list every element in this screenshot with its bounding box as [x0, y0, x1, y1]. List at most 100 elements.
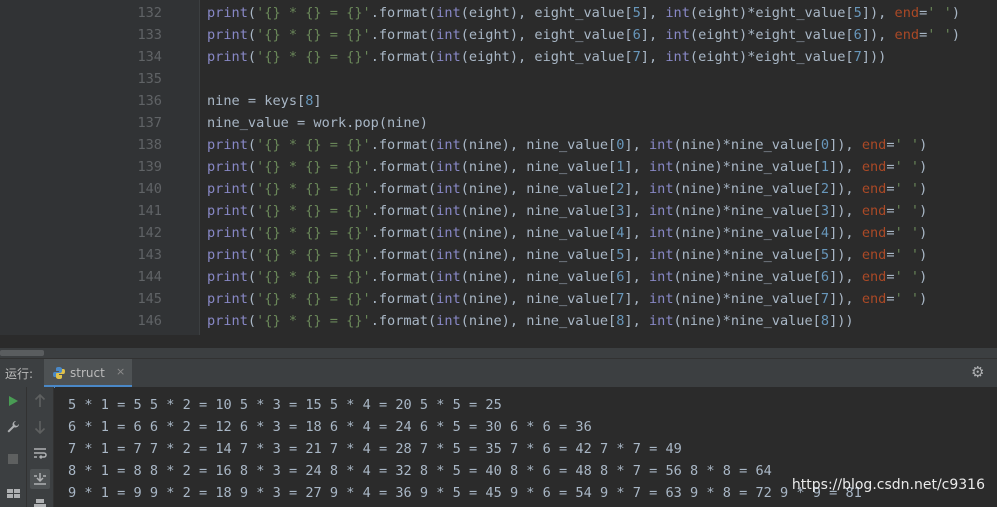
- code-line[interactable]: 138 print('{} * {} = {}'.format(int(nine)…: [0, 134, 997, 156]
- code-text[interactable]: print('{} * {} = {}'.format(int(nine), n…: [207, 288, 927, 310]
- line-number: 143: [137, 247, 162, 263]
- code-token: .format(: [370, 203, 437, 219]
- code-text[interactable]: print('{} * {} = {}'.format(int(eight), …: [207, 24, 960, 46]
- arrow-down-icon[interactable]: [30, 417, 50, 437]
- code-text[interactable]: print('{} * {} = {}'.format(int(nine), n…: [207, 222, 927, 244]
- run-icon[interactable]: [3, 391, 23, 411]
- line-number: 137: [137, 115, 162, 131]
- code-token: =: [886, 137, 895, 153]
- code-line[interactable]: 145 print('{} * {} = {}'.format(int(nine)…: [0, 288, 997, 310]
- code-token: =: [886, 203, 895, 219]
- print-icon[interactable]: [30, 495, 50, 507]
- code-token: '{} * {} = {}': [256, 291, 371, 307]
- code-token: ],: [624, 269, 649, 285]
- gear-icon[interactable]: ⚙: [971, 364, 987, 380]
- code-token: 1: [820, 159, 830, 175]
- code-token: .format(: [370, 313, 437, 329]
- code-token: ]),: [829, 159, 862, 175]
- close-icon[interactable]: ×: [116, 365, 125, 378]
- code-token: (: [247, 27, 257, 43]
- scroll-to-end-icon[interactable]: [30, 469, 50, 489]
- code-line[interactable]: 137 nine_value = work.pop(nine): [0, 112, 997, 134]
- code-token: =: [886, 225, 895, 241]
- console-line: 9 * 1 = 9 9 * 2 = 18 9 * 3 = 27 9 * 4 = …: [68, 485, 862, 501]
- code-text[interactable]: print('{} * {} = {}'.format(int(eight), …: [207, 46, 886, 68]
- wrench-icon[interactable]: [3, 417, 23, 437]
- code-token: ]),: [861, 5, 895, 21]
- code-text[interactable]: print('{} * {} = {}'.format(int(nine), n…: [207, 266, 927, 288]
- code-token: (nine)*nine_value[: [673, 313, 821, 329]
- code-line[interactable]: 136 nine = keys[8]: [0, 90, 997, 112]
- soft-wrap-icon[interactable]: [30, 443, 50, 463]
- code-text[interactable]: print('{} * {} = {}'.format(int(eight), …: [207, 2, 960, 24]
- layout-icon[interactable]: [3, 483, 23, 503]
- code-token: (: [247, 203, 257, 219]
- code-token: ],: [624, 291, 649, 307]
- line-number: 135: [137, 71, 162, 87]
- code-token: int: [436, 181, 461, 197]
- run-label: 运行:: [5, 367, 34, 381]
- code-line[interactable]: 134 print('{} * {} = {}'.format(int(eight…: [0, 46, 997, 68]
- code-token: =: [886, 291, 895, 307]
- console-line: 5 * 1 = 5 5 * 2 = 10 5 * 3 = 15 5 * 4 = …: [68, 397, 502, 413]
- stop-icon[interactable]: [3, 449, 23, 469]
- code-line[interactable]: 135: [0, 68, 997, 90]
- code-token: (: [247, 137, 257, 153]
- code-token: '{} * {} = {}': [256, 49, 371, 65]
- code-token: .format(: [370, 5, 437, 21]
- code-text[interactable]: print('{} * {} = {}'.format(int(nine), n…: [207, 156, 927, 178]
- code-token: ): [919, 225, 928, 241]
- code-text[interactable]: print('{} * {} = {}'.format(int(nine), n…: [207, 134, 927, 156]
- code-token: print: [207, 313, 248, 329]
- code-line[interactable]: 132 print('{} * {} = {}'.format(int(eight…: [0, 2, 997, 24]
- code-token: 2: [820, 181, 830, 197]
- code-line[interactable]: 144 print('{} * {} = {}'.format(int(nine)…: [0, 266, 997, 288]
- code-token: ],: [624, 203, 649, 219]
- code-token: (: [247, 49, 257, 65]
- code-token: =: [886, 181, 895, 197]
- code-editor[interactable]: 132 print('{} * {} = {}'.format(int(eight…: [0, 0, 997, 348]
- code-token: (eight)*eight_value[: [689, 27, 854, 43]
- code-token: ): [919, 247, 928, 263]
- code-token: '{} * {} = {}': [256, 247, 371, 263]
- code-text[interactable]: print('{} * {} = {}'.format(int(nine), n…: [207, 200, 927, 222]
- code-token: (nine), nine_value[: [460, 269, 617, 285]
- code-token: int: [436, 313, 461, 329]
- code-text[interactable]: nine = keys[8]: [207, 90, 322, 112]
- code-line[interactable]: 142 print('{} * {} = {}'.format(int(nine)…: [0, 222, 997, 244]
- horizontal-scrollbar[interactable]: [0, 348, 997, 358]
- code-token: print: [207, 27, 248, 43]
- code-token: print: [207, 137, 248, 153]
- code-token: ]),: [861, 27, 895, 43]
- code-line[interactable]: 139 print('{} * {} = {}'.format(int(nine)…: [0, 156, 997, 178]
- code-text[interactable]: print('{} * {} = {}'.format(int(nine), n…: [207, 178, 927, 200]
- code-text[interactable]: print('{} * {} = {}'.format(int(nine), n…: [207, 244, 927, 266]
- code-token: 6: [820, 269, 830, 285]
- code-token: int: [648, 181, 674, 197]
- code-token: int: [436, 27, 461, 43]
- code-text[interactable]: nine_value = work.pop(nine): [207, 112, 428, 134]
- code-line[interactable]: 133 print('{} * {} = {}'.format(int(eight…: [0, 24, 997, 46]
- editor-bottom-area: [0, 335, 997, 348]
- tab-struct[interactable]: struct ×: [44, 359, 132, 388]
- code-text[interactable]: print('{} * {} = {}'.format(int(nine), n…: [207, 310, 854, 332]
- code-token: (nine), nine_value[: [460, 313, 617, 329]
- arrow-up-icon[interactable]: [30, 391, 50, 411]
- code-line[interactable]: 141 print('{} * {} = {}'.format(int(nine)…: [0, 200, 997, 222]
- code-token: (nine), nine_value[: [460, 159, 617, 175]
- code-token: int: [436, 159, 461, 175]
- code-line[interactable]: 146 print('{} * {} = {}'.format(int(nine)…: [0, 310, 997, 332]
- code-token: 4: [820, 225, 830, 241]
- code-token: int: [648, 137, 674, 153]
- code-token: ]),: [829, 203, 862, 219]
- line-number: 140: [137, 181, 162, 197]
- code-token: ' ': [927, 5, 952, 21]
- code-token: .format(: [370, 269, 437, 285]
- code-token: end: [861, 203, 887, 219]
- code-line[interactable]: 143 print('{} * {} = {}'.format(int(nine)…: [0, 244, 997, 266]
- code-token: .format(: [370, 49, 437, 65]
- scrollbar-thumb[interactable]: [0, 350, 44, 356]
- code-token: ): [919, 291, 928, 307]
- code-token: int: [436, 49, 461, 65]
- code-line[interactable]: 140 print('{} * {} = {}'.format(int(nine)…: [0, 178, 997, 200]
